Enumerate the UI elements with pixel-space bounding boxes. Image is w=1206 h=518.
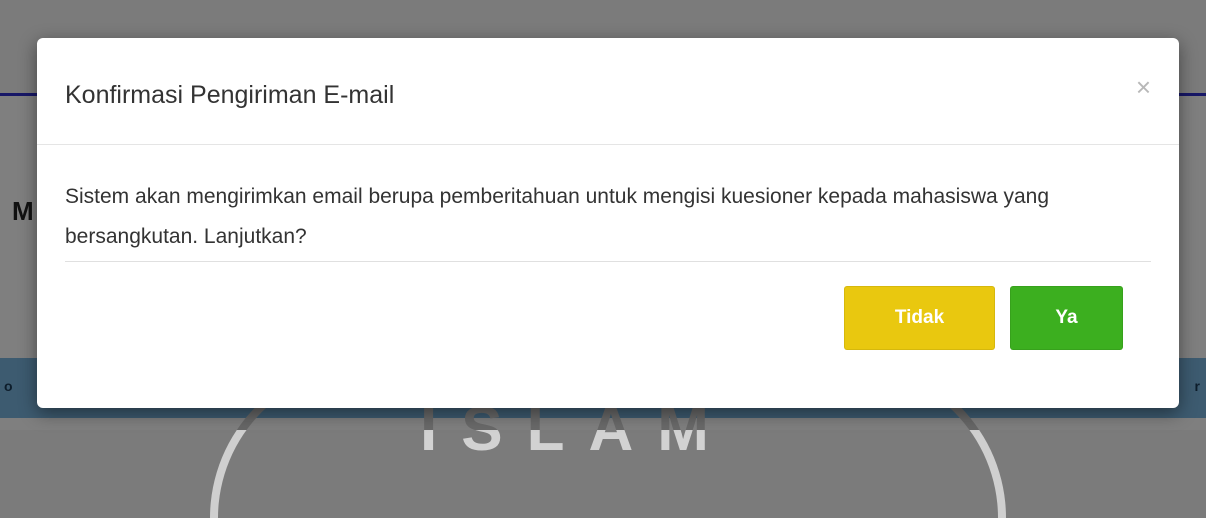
modal-message: Sistem akan mengirimkan email berupa pem… bbox=[65, 144, 1151, 262]
no-button[interactable]: Tidak bbox=[844, 286, 995, 350]
yes-button[interactable]: Ya bbox=[1010, 286, 1123, 350]
modal-body: Sistem akan mengirimkan email berupa pem… bbox=[65, 144, 1151, 262]
close-icon[interactable]: × bbox=[1136, 72, 1151, 102]
modal-header: Konfirmasi Pengiriman E-mail × bbox=[37, 38, 1179, 145]
modal-title: Konfirmasi Pengiriman E-mail bbox=[65, 81, 395, 109]
modal-footer: Tidak Ya bbox=[844, 286, 1123, 350]
confirm-email-modal: Konfirmasi Pengiriman E-mail × Sistem ak… bbox=[37, 38, 1179, 408]
